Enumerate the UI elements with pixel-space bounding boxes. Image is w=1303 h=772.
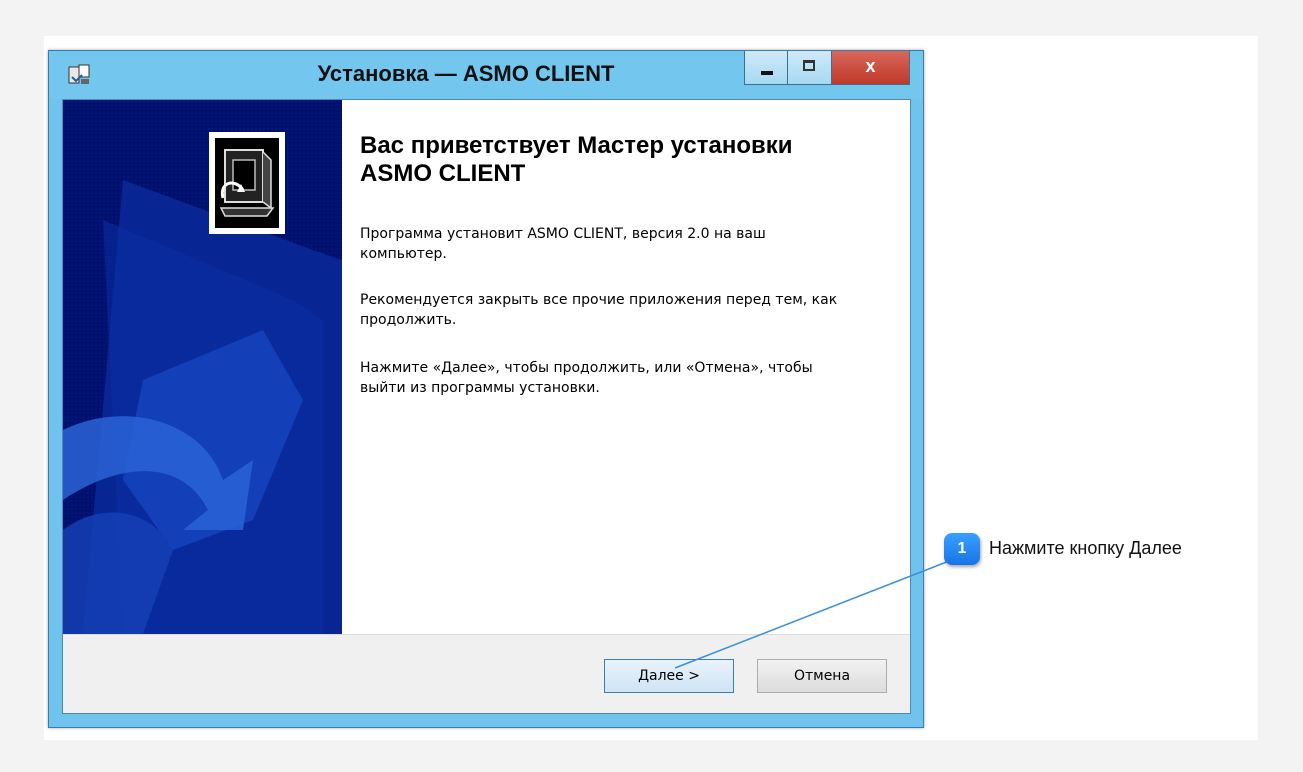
callout-text: Нажмите кнопку Далее xyxy=(989,538,1182,558)
wizard-side-image xyxy=(63,100,342,634)
close-button[interactable]: x xyxy=(832,51,910,85)
installer-logo xyxy=(209,132,285,234)
next-button[interactable]: Далее > xyxy=(604,659,734,693)
welcome-heading: Вас приветствует Мастер установки ASMO C… xyxy=(360,132,793,187)
wizard-footer: Далее > Отмена xyxy=(63,634,910,713)
minimize-icon xyxy=(761,71,773,75)
installer-window: Установка — ASMO CLIENT x Вас приветству… xyxy=(48,50,924,728)
title-bar[interactable]: Установка — ASMO CLIENT x xyxy=(49,51,923,99)
install-info-text: Программа установит ASMO CLIENT, версия … xyxy=(360,226,766,262)
maximize-icon xyxy=(803,60,815,71)
close-apps-text: Рекомендуется закрыть все прочие приложе… xyxy=(360,292,838,328)
wizard-client-area: Вас приветствует Мастер установки ASMO C… xyxy=(62,99,911,714)
callout-badge: 1 xyxy=(944,533,980,565)
wizard-content: Вас приветствует Мастер установки ASMO C… xyxy=(342,100,910,634)
cancel-button[interactable]: Отмена xyxy=(757,659,887,693)
minimize-button[interactable] xyxy=(744,51,788,85)
maximize-button[interactable] xyxy=(788,51,832,85)
close-icon: x xyxy=(865,56,876,76)
instructions-text: Нажмите «Далее», чтобы продолжить, или «… xyxy=(360,360,813,396)
